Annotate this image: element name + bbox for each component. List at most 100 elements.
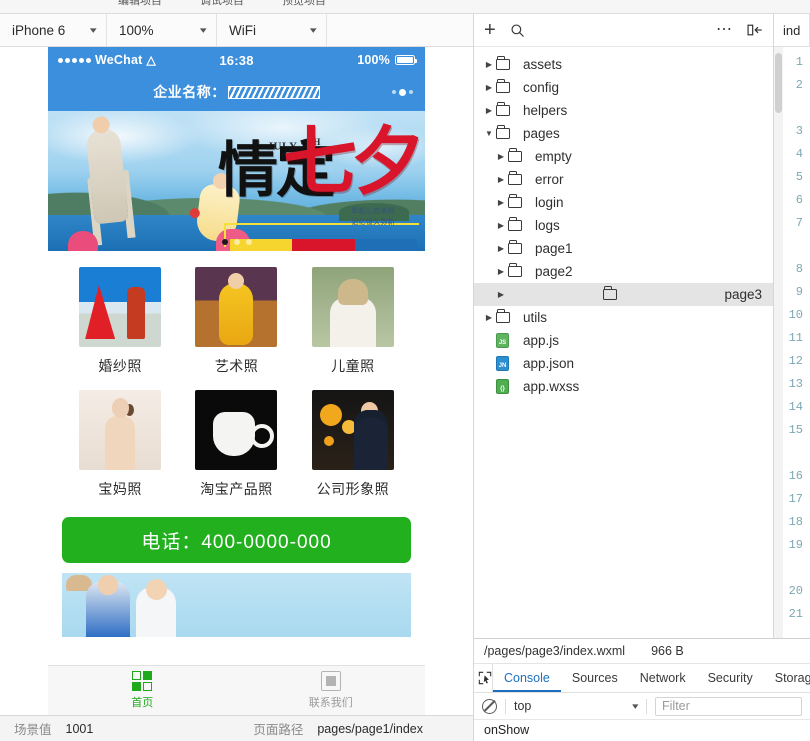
tree-node-label: page3 [724,287,762,302]
wifi-icon: △ [147,54,156,66]
wechat-more-icon[interactable] [392,89,413,96]
console-context-select[interactable]: top ▾ [514,699,638,713]
chevron-right-icon[interactable]: ▶ [494,198,508,207]
editor-scrollbar[interactable] [774,47,783,741]
tree-node-utils[interactable]: ▶ utils [474,306,773,329]
tree-node-helpers[interactable]: ▶ helpers [474,99,773,122]
chevron-right-icon[interactable]: ▶ [482,106,496,115]
window-top-cut-strip: 编辑项目 调试项目 预览项目 [0,0,810,14]
network-select-value: WiFi [229,23,256,38]
chevron-down-icon[interactable]: ▼ [482,129,496,138]
simulator-stage: WeChat △ 16:38 100% 企业名称： [0,47,473,715]
clear-console-icon[interactable] [482,699,497,714]
tree-node-label: assets [523,57,562,72]
tree-node-error[interactable]: ▶ error [474,168,773,191]
editor-tab-index[interactable]: ind [774,14,810,46]
tree-node-config[interactable]: ▶ config [474,76,773,99]
chevron-right-icon[interactable]: ▶ [494,244,508,253]
chevron-right-icon[interactable]: ▶ [494,175,508,184]
category-item[interactable]: 艺术照 [178,267,294,376]
chevron-right-icon[interactable]: ▶ [494,290,508,299]
tree-node-page1[interactable]: ▶ page1 [474,237,773,260]
console-filter-input[interactable]: Filter [655,697,802,716]
tree-node-app-json[interactable]: JN app.json [474,352,773,375]
category-label: 宝妈照 [98,479,142,499]
search-icon[interactable] [510,23,525,38]
chevron-right-icon[interactable]: ▶ [494,152,508,161]
code-area[interactable]: 1 2 . 3 4 5 6 7 . 8 9 10 11 12 13 14 15 [774,47,810,741]
category-label: 公司形象照 [317,479,390,499]
wedding-photo-thumb [79,267,161,347]
tree-node-label: empty [535,149,572,164]
file-explorer-toolbar: + ⋯ [474,14,773,47]
wechat-devtools-window: 编辑项目 调试项目 预览项目 iPhone 6 ▾ 100% ▾ WiFi ▾ [0,0,810,741]
devtools-tab-console[interactable]: Console [493,664,561,692]
json-file-icon: JN [496,356,518,371]
file-explorer-panel: + ⋯ ▶ [474,14,774,741]
add-file-button[interactable]: + [484,20,496,40]
tree-node-pages[interactable]: ▼ pages [474,122,773,145]
chevron-right-icon[interactable]: ▶ [482,313,496,322]
device-select[interactable]: iPhone 6 ▾ [0,14,107,46]
nav-title-placeholder-bar [228,86,320,99]
category-item[interactable]: 儿童照 [295,267,411,376]
tree-node-app-wxss[interactable]: {} app.wxss [474,375,773,398]
zoom-select[interactable]: 100% ▾ [107,14,217,46]
devtools-tab-sources[interactable]: Sources [561,664,629,692]
folder-icon [603,289,625,300]
battery-percent: 100% [357,53,390,67]
category-item[interactable]: 公司形象照 [295,390,411,499]
tree-node-label: helpers [523,103,567,118]
cut-label-preview: 预览项目 [282,0,326,7]
zoom-select-value: 100% [119,23,154,38]
devtools-tab-network[interactable]: Network [629,664,697,692]
tree-node-page3[interactable]: ▶ page3 [474,283,773,306]
call-phone-button[interactable]: 电话：400-0000-000 [62,517,411,563]
category-item[interactable]: 宝妈照 [62,390,178,499]
devtools-tab-storage[interactable]: Storag [764,664,810,692]
tree-node-login[interactable]: ▶ login [474,191,773,214]
tree-node-label: app.js [523,333,559,348]
folder-icon [496,59,518,70]
bottom-photo-banner[interactable] [62,573,411,637]
tree-node-label: config [523,80,559,95]
tree-node-label: logs [535,218,560,233]
folder-icon [496,312,518,323]
tree-node-logs[interactable]: ▶ logs [474,214,773,237]
simulator-toolbar: iPhone 6 ▾ 100% ▾ WiFi ▾ [0,14,473,47]
devtools-tab-security[interactable]: Security [697,664,764,692]
category-label: 婚纱照 [98,356,142,376]
folder-open-icon [496,128,518,139]
chevron-right-icon[interactable]: ▶ [482,83,496,92]
hero-banner[interactable]: JULY 7TH 情定 七夕 牵起心底柔情 记忆恒久弥新 [48,111,425,251]
chevron-right-icon[interactable]: ▶ [494,221,508,230]
tree-node-assets[interactable]: ▶ assets [474,53,773,76]
banner-subtext: 牵起心底柔情 记忆恒久弥新 [351,207,395,228]
category-item[interactable]: 淘宝产品照 [178,390,294,499]
tree-node-page2[interactable]: ▶ page2 [474,260,773,283]
nav-title-text: 企业名称： [153,84,226,100]
json-file-badge: JN [496,356,509,371]
tree-node-empty[interactable]: ▶ empty [474,145,773,168]
folder-icon [508,174,530,185]
banner-pagination-dots[interactable] [48,239,425,245]
product-photo-thumb [195,390,277,470]
chevron-right-icon[interactable]: ▶ [494,267,508,276]
more-options-icon[interactable]: ⋯ [716,22,733,38]
tabbar-item-home[interactable]: 首页 [48,666,237,715]
chevron-right-icon[interactable]: ▶ [482,60,496,69]
tabbar-item-contact[interactable]: 联系我们 [237,666,426,715]
network-select[interactable]: WiFi ▾ [217,14,327,46]
chevron-down-icon: ▾ [90,25,97,36]
inspect-element-icon[interactable] [478,664,493,692]
tree-node-app-js[interactable]: JS app.js [474,329,773,352]
carrier-label: WeChat [95,53,143,67]
art-photo-thumb [195,267,277,347]
collapse-panel-icon[interactable] [747,23,763,37]
devtools-file-path: /pages/page3/index.wxml [484,644,625,658]
chevron-down-icon: ▾ [200,25,207,36]
chevron-down-icon: ▾ [633,701,639,712]
category-item[interactable]: 婚纱照 [62,267,178,376]
file-tree[interactable]: ▶ assets ▶ config ▶ helpers ▼ pa [474,47,773,741]
tree-node-label: pages [523,126,560,141]
